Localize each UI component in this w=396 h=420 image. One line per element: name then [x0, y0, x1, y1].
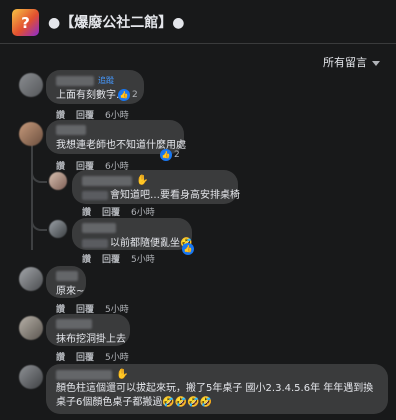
mention-tag[interactable] — [82, 190, 108, 200]
comment-actions: 讚 回覆 5小時 — [56, 350, 129, 363]
commenter-name[interactable] — [82, 175, 132, 186]
avatar[interactable] — [19, 365, 43, 389]
follow-tag[interactable]: 追蹤 — [98, 75, 114, 86]
reaction-count: 2 — [174, 150, 180, 160]
avatar[interactable] — [19, 267, 43, 291]
wave-hand-icon: ✋ — [136, 175, 149, 186]
reply-bubble: ✋ 會知道吧…要看身高安排桌椅 — [72, 170, 240, 204]
like-button[interactable]: 讚 — [82, 252, 91, 265]
comment-filter-label: 所有留言 — [323, 56, 367, 69]
reply-thread-line — [31, 140, 33, 250]
avatar[interactable] — [19, 73, 43, 97]
reply-bubble: 以前都隨便亂坐🤣 — [72, 218, 192, 250]
commenter-name[interactable] — [82, 223, 116, 233]
comment-filter-dropdown[interactable]: 所有留言 — [323, 54, 380, 70]
reaction-summary[interactable]: 👍 2 — [160, 149, 180, 161]
timestamp[interactable]: 6小時 — [131, 205, 155, 218]
like-button[interactable]: 讚 — [56, 350, 65, 363]
avatar[interactable] — [19, 122, 43, 146]
reaction-summary[interactable]: 👍 — [182, 243, 194, 255]
like-icon: 👍 — [118, 89, 130, 101]
like-icon: 👍 — [182, 243, 194, 255]
group-title[interactable]: ●【爆廢公社二館】● — [48, 12, 184, 32]
comment-text: 會知道吧…要看身高安排桌椅 — [82, 189, 240, 203]
avatar[interactable] — [49, 172, 67, 190]
group-logo-icon[interactable]: ? — [12, 9, 39, 36]
like-button[interactable]: 讚 — [82, 205, 91, 218]
commenter-name[interactable] — [56, 319, 92, 329]
reply-branch-line — [31, 213, 47, 231]
caret-down-icon — [372, 60, 380, 66]
avatar[interactable] — [19, 316, 43, 340]
commenter-name[interactable] — [56, 125, 86, 135]
wave-hand-icon: ✋ — [116, 369, 129, 380]
like-button[interactable]: 讚 — [56, 159, 65, 172]
comment-bubble: 抹布挖洞掛上去 — [46, 314, 130, 346]
comment-text: 顏色柱這個還可以拔起來玩，搬了5年桌子 國小2.3.4.5.6年 年年遇到換桌子… — [56, 383, 374, 408]
reply-button[interactable]: 回覆 — [102, 205, 120, 218]
group-header: ? ●【爆廢公社二館】● — [0, 0, 396, 44]
reply-branch-line — [31, 165, 47, 183]
reaction-summary[interactable]: 👍 2 — [118, 89, 138, 101]
comment-bubble: 原來~ — [46, 266, 86, 298]
comment-actions: 讚 回覆 5小時 — [82, 252, 155, 265]
comment-text: 我想連老師也不知道什麼用處 — [56, 140, 186, 151]
comment-actions: 讚 回覆 6小時 — [82, 205, 155, 218]
reply-button[interactable]: 回覆 — [102, 252, 120, 265]
commenter-name[interactable] — [56, 369, 112, 380]
avatar[interactable] — [49, 220, 67, 238]
commenter-name[interactable] — [56, 271, 78, 281]
comment-text: 原來~ — [56, 286, 85, 297]
commenter-name[interactable] — [56, 75, 94, 86]
comment-bubble: ✋ 顏色柱這個還可以拔起來玩，搬了5年桌子 國小2.3.4.5.6年 年年遇到換… — [46, 364, 388, 414]
reply-button[interactable]: 回覆 — [76, 350, 94, 363]
comment-text: 抹布挖洞掛上去 — [56, 334, 126, 345]
reaction-count: 2 — [132, 90, 138, 100]
mention-tag[interactable] — [82, 238, 108, 248]
like-icon: 👍 — [160, 149, 172, 161]
comment-text: 以前都隨便亂坐🤣 — [82, 237, 192, 251]
timestamp[interactable]: 5小時 — [131, 252, 155, 265]
timestamp[interactable]: 5小時 — [105, 350, 129, 363]
